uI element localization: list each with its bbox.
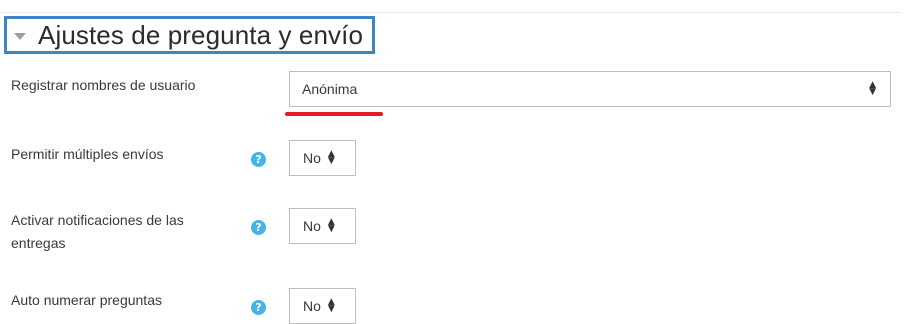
annotation-underline: [285, 112, 383, 116]
notifications-label: Activar notificaciones de las entregas: [11, 212, 184, 251]
select-arrows-icon: ▲ ▼: [869, 80, 876, 97]
select-arrows-icon: ▲ ▼: [327, 217, 335, 234]
autonumber-select[interactable]: No ▲ ▼: [289, 288, 356, 324]
usernames-select[interactable]: Anónima ▲ ▼: [289, 71, 891, 107]
multiple-label: Permitir múltiples envíos: [11, 146, 164, 162]
multiple-select-value: No: [303, 150, 321, 166]
autonumber-select-value: No: [303, 298, 321, 314]
collapse-triangle-icon[interactable]: [14, 32, 26, 40]
help-icon[interactable]: ?: [251, 152, 266, 167]
select-arrows-icon: ▲ ▼: [327, 297, 335, 314]
usernames-select-value: Anónima: [302, 81, 358, 97]
select-arrows-icon: ▲ ▼: [327, 149, 335, 166]
help-icon[interactable]: ?: [251, 220, 266, 235]
help-icon[interactable]: ?: [251, 300, 266, 315]
section-title: Ajustes de pregunta y envío: [38, 19, 364, 50]
top-divider: [0, 12, 900, 13]
notifications-select[interactable]: No ▲ ▼: [289, 208, 356, 244]
multiple-select[interactable]: No ▲ ▼: [289, 140, 356, 176]
notifications-select-value: No: [303, 218, 321, 234]
autonumber-label: Auto numerar preguntas: [11, 292, 162, 308]
section-header[interactable]: Ajustes de pregunta y envío: [4, 16, 375, 54]
usernames-label: Registrar nombres de usuario: [11, 77, 196, 93]
